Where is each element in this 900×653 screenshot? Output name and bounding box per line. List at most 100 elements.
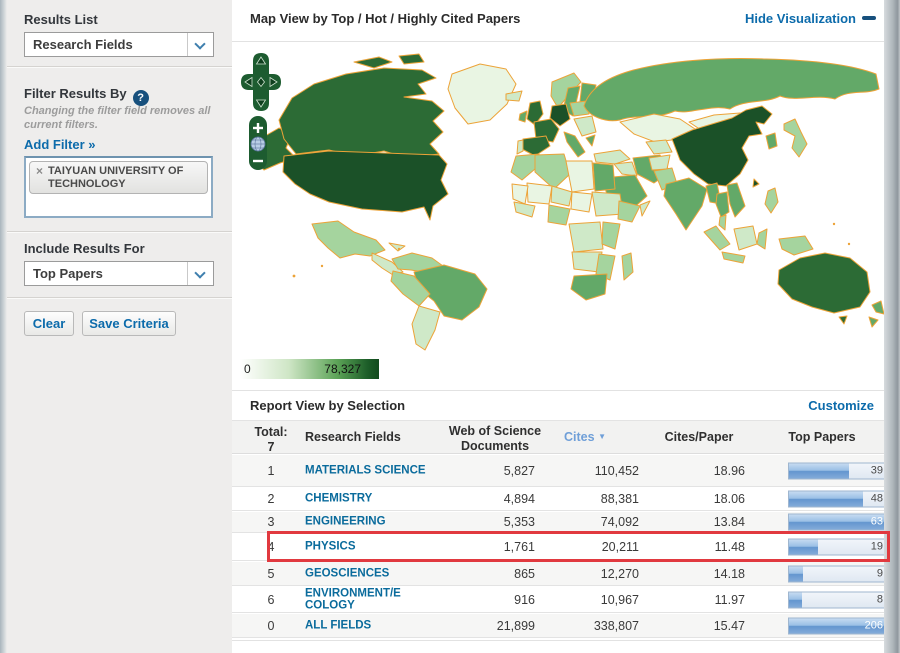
include-results-dropdown[interactable]: Top Papers — [24, 261, 214, 286]
table-row: 5 GEOSCIENCES 865 12,270 14.18 9 — [232, 562, 884, 586]
field-link[interactable]: ENGINEERING — [305, 516, 440, 529]
row-rank: 2 — [267, 492, 275, 506]
field-link[interactable]: ALL FIELDS — [305, 619, 440, 632]
active-filters-box[interactable]: × TAIYUAN UNIVERSITY OF TECHNOLOGY — [24, 156, 213, 218]
clear-button[interactable]: Clear — [24, 311, 74, 336]
customize-link[interactable]: Customize — [808, 398, 874, 413]
col-header-top-papers[interactable]: Top Papers — [772, 430, 872, 444]
country-thailand — [715, 191, 730, 218]
divider — [232, 41, 884, 42]
map-view-title: Map View by Top / Hot / Highly Cited Pap… — [250, 11, 521, 26]
island-sulawesi — [756, 228, 768, 250]
map-pan-control[interactable] — [241, 53, 281, 111]
country-turkey — [593, 149, 631, 165]
top-papers-bar-fill — [789, 566, 803, 581]
chevron-down-icon[interactable] — [187, 33, 213, 56]
filter-tag[interactable]: × TAIYUAN UNIVERSITY OF TECHNOLOGY — [29, 161, 208, 195]
table-row: 0 ALL FIELDS 21,899 338,807 15.47 206 — [232, 614, 884, 638]
top-papers-bar[interactable]: 206 — [788, 617, 884, 634]
cites-per-paper-value: 15.47 — [713, 618, 745, 633]
results-list-dropdown-value: Research Fields — [33, 37, 133, 52]
top-papers-value: 48 — [870, 492, 883, 505]
hide-visualization-link[interactable]: Hide Visualization — [745, 11, 856, 26]
central-asia-states — [645, 139, 673, 155]
field-link[interactable]: MATERIALS SCIENCE — [305, 464, 440, 477]
top-papers-bar[interactable]: 39 — [788, 462, 884, 479]
main-content: Map View by Top / Hot / Highly Cited Pap… — [232, 0, 885, 653]
globe-icon — [250, 136, 266, 152]
report-table: Total: 7 Research Fields Web of Science … — [232, 420, 884, 640]
sidebar-divider — [7, 231, 232, 233]
table-row-highlighted: 4 PHYSICS 1,761 20,211 11.48 19 — [232, 534, 884, 561]
country-australia — [777, 252, 871, 314]
field-link[interactable]: GEOSCIENCES — [305, 567, 440, 580]
country-japan — [783, 118, 808, 158]
country-greece — [585, 134, 596, 147]
table-row: 3 ENGINEERING 5,353 74,092 13.84 63 — [232, 512, 884, 533]
help-icon[interactable]: ? — [132, 90, 149, 106]
cites-value: 20,211 — [601, 540, 639, 554]
chevron-down-icon[interactable] — [187, 262, 213, 285]
row-rank: 5 — [267, 566, 275, 581]
hide-minus-icon[interactable] — [862, 16, 876, 20]
island-sumatra — [703, 225, 731, 251]
top-papers-bar[interactable]: 19 — [788, 538, 884, 556]
documents-value: 21,899 — [496, 618, 535, 633]
col-header-cites-per-paper[interactable]: Cites/Paper — [649, 430, 749, 444]
top-papers-bar[interactable]: 8 — [788, 591, 884, 608]
field-link[interactable]: PHYSICS — [305, 541, 440, 554]
row-rank: 4 — [267, 540, 275, 554]
island-madagascar — [621, 252, 634, 281]
col-header-cites[interactable]: Cites ▼ — [535, 430, 635, 444]
malay-peninsula — [718, 214, 727, 231]
guinea-region — [513, 201, 536, 218]
top-papers-bar[interactable]: 63 — [788, 513, 884, 531]
top-papers-bar[interactable]: 9 — [788, 565, 884, 582]
filter-note: Changing the filter field removes all cu… — [24, 105, 211, 131]
cites-per-paper-value: 11.97 — [714, 592, 745, 607]
top-papers-value: 206 — [864, 619, 883, 631]
filter-tag-label: TAIYUAN UNIVERSITY OF TECHNOLOGY — [48, 165, 184, 190]
country-nigeria — [547, 204, 571, 226]
top-papers-value: 19 — [870, 540, 883, 553]
documents-value: 1,761 — [503, 540, 535, 554]
add-filter-link[interactable]: Add Filter » — [24, 137, 96, 152]
row-rank: 1 — [267, 463, 275, 478]
map-zoom-control[interactable] — [249, 116, 267, 170]
balkans — [573, 115, 597, 137]
legend-min-value: 0 — [244, 362, 251, 376]
scrollbar[interactable] — [884, 0, 900, 653]
country-niger — [550, 185, 573, 207]
legend-max-value: 78,327 — [324, 362, 361, 376]
results-list-dropdown[interactable]: Research Fields — [24, 32, 214, 57]
country-spain — [521, 135, 551, 157]
cites-per-paper-value: 18.06 — [713, 492, 745, 506]
top-papers-bar[interactable]: 48 — [788, 490, 884, 508]
documents-value: 4,894 — [503, 492, 535, 506]
country-algeria — [534, 153, 571, 190]
oceania-region — [777, 252, 885, 328]
field-link[interactable]: CHEMISTRY — [305, 493, 440, 506]
documents-value: 916 — [514, 592, 535, 607]
save-criteria-button[interactable]: Save Criteria — [82, 311, 176, 336]
top-papers-value: 63 — [870, 515, 883, 528]
divider — [232, 640, 884, 641]
top-papers-value: 39 — [870, 464, 883, 476]
col-header-research-fields[interactable]: Research Fields — [305, 430, 440, 444]
country-iraq-syria — [613, 161, 638, 177]
country-south-africa — [570, 273, 608, 301]
cites-value: 110,452 — [594, 463, 639, 478]
country-india — [663, 177, 708, 231]
world-map[interactable] — [234, 44, 885, 356]
island-tasmania — [838, 315, 848, 325]
top-papers-bar-fill — [789, 539, 819, 555]
top-papers-value: 9 — [876, 567, 883, 579]
divider — [232, 390, 884, 391]
top-papers-value: 8 — [876, 593, 883, 605]
field-link[interactable]: ENVIRONMENT/E COLOGY — [305, 587, 440, 612]
table-row: 6 ENVIRONMENT/E COLOGY 916 10,967 11.97 8 — [232, 587, 884, 613]
north-america-region — [251, 53, 523, 276]
remove-filter-icon[interactable]: × — [36, 164, 43, 190]
country-ireland — [518, 110, 528, 123]
country-south-korea — [765, 132, 778, 150]
